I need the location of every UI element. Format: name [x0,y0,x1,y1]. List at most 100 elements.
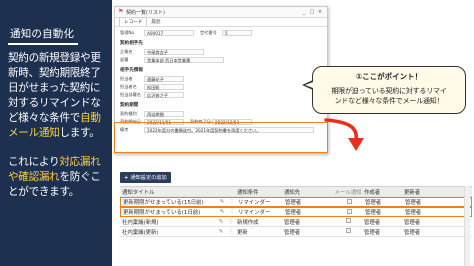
minimize-button[interactable]: _ [300,9,308,15]
column-header[interactable]: 更新者 [402,188,452,196]
dept-field[interactable]: 営業本部 西日本営業課 [144,56,224,64]
pencil-icon[interactable]: ✎ [215,219,225,225]
table-row[interactable]: 社内稟議(更新) ✎ ⋮ 更新 管理者 管理者 管理者 [120,227,472,237]
panel-text: を防ぐこ [59,171,101,183]
table-row[interactable]: 更新期限がせまっている(15日前) ✎ ⋮ リマインダー 管理者 管理者 管理者 [120,197,472,207]
date-highlight-frame [114,122,328,153]
callout: ①ここがポイント！ 期限が迫っている契約に対するリマイ ンドなど様々な条件でメー… [312,66,466,114]
creator: 管理者 [364,219,381,226]
updater: 管理者 [405,200,422,206]
highlighted-text: メール通知 [8,127,60,139]
field-label: 部署 [120,57,129,62]
panel-line: これにより対応漏れ [8,155,112,170]
callout-tail-inner [305,82,313,88]
menu-icon[interactable]: ⋮ [225,219,235,225]
table-row[interactable]: 更新期限がせまっている(1日前) ✎ ⋮ リマインダー 管理者 管理者 管理者 [120,207,472,217]
creator: 管理者 [365,200,382,206]
record-tabs: レコード 履歴 [115,17,327,27]
pencil-icon[interactable]: ✎ [215,229,225,235]
panel-title: 通知の自動化 [8,26,78,45]
highlighted-text: 自動 [80,112,101,124]
field-label: 企業名 [120,49,133,54]
notification-grid: 通知タイトル 通知条件 通知先 メール通知 作成者 更新者 更新期限がせまってい… [120,186,472,237]
checkbox-icon[interactable] [346,208,352,214]
panel-paragraph-2: これにより対応漏れ や確認漏れを防ぐこ とができます。 [8,155,112,200]
section-heading: 契約期間 [120,103,139,108]
panel-line: とができます。 [8,185,112,200]
record-window-title: 契約一覧(リスト) [126,9,165,16]
checkbox-icon[interactable] [345,228,351,233]
mail-checkbox[interactable] [332,218,362,225]
tab-history[interactable]: 履歴 [147,18,164,26]
field-label: 担当者名 [120,84,137,89]
creator: 管理者 [365,210,382,216]
callout-body: 期限が迫っている契約に対するリマイ ンドなど様々な条件でメール通知！ [319,86,459,106]
callout-title: ①ここがポイント！ [355,72,423,81]
notification-title[interactable]: 社内稟議(新規) [120,218,215,226]
column-header[interactable]: 通知条件 [235,188,282,196]
notification-title[interactable]: 社内稟議(更新) [120,228,215,236]
seq-field[interactable]: 5 [222,29,252,37]
callout-line: ンドなど様々な条件でメール通知！ [334,97,444,105]
column-header[interactable]: メール通知 [332,188,362,196]
mgmt-no-field[interactable]: A00017 [144,29,194,37]
column-header[interactable]: 通知先 [282,188,332,196]
panel-text: これにより [8,156,60,168]
mail-checkbox[interactable] [333,198,363,206]
pencil-icon[interactable]: ✎ [216,209,226,215]
panel-text: ど様々な条件で [8,112,81,124]
creator: 管理者 [364,229,381,236]
notification-title[interactable]: 更新期限がせまっている(15日前) [121,198,216,206]
updater: 管理者 [404,229,421,236]
checkbox-icon[interactable] [346,198,352,204]
notification-condition: リマインダー [238,210,271,216]
highlighted-text: や確認漏れ [8,171,60,183]
field-label: 担当部署名 [120,92,141,97]
notification-title[interactable]: 更新期限がせまっている(1日前) [121,208,216,216]
menu-icon[interactable]: ⋮ [226,199,236,205]
panel-text: します。 [59,127,100,139]
person-field[interactable]: 遠藤花子 [144,75,184,83]
maximize-button[interactable]: □ [308,9,316,15]
checkbox-icon[interactable] [345,218,351,223]
menu-icon[interactable]: ⋮ [225,229,235,235]
table-row[interactable]: 社内稟議(新規) ✎ ⋮ 新規作成 管理者 管理者 管理者 [120,217,472,227]
notification-target: 管理者 [285,200,302,206]
grid-header: 通知タイトル 通知条件 通知先 メール通知 作成者 更新者 [120,187,472,197]
column-header[interactable]: 作成者 [362,188,402,196]
section-heading: 契約相手先 [120,41,143,46]
column-header[interactable]: 通知タイトル [120,188,215,196]
updater: 管理者 [405,210,422,216]
pencil-icon[interactable]: ✎ [216,199,226,205]
callout-line: 期限が迫っている契約に対するリマイ [331,87,447,95]
flag-icon: ⚑ [118,8,124,15]
plus-icon: + [124,174,129,181]
panel-line: 新時、契約期限終了 [8,66,112,81]
notification-condition: リマインダー [238,200,271,206]
panel-text: 対するリマインドな [8,97,101,109]
panel-text: とができます。 [8,186,79,198]
mail-checkbox[interactable] [332,228,362,235]
close-button[interactable]: × [316,9,324,15]
contract-type-field[interactable]: 再延期間 [144,110,184,118]
panel-line: 日がせまった契約に [8,81,112,96]
grid-scrollbar[interactable] [464,186,470,266]
tab-record[interactable]: レコード [119,17,148,26]
field-label: 世代番号 [200,30,217,35]
panel-line: ど様々な条件で自動 [8,111,112,126]
tel-field[interactable]: 広沢修さ子 [144,91,184,99]
field-label: 契約種別 [120,111,137,116]
notification-condition: 新規作成 [237,219,259,226]
menu-icon[interactable]: ⋮ [226,209,236,215]
section-heading: 相手先情報 [120,68,143,73]
company-field[interactable]: 中尾商会子 [144,48,204,56]
mail-checkbox[interactable] [333,208,363,216]
panel-text: 日がせまった契約に [8,82,101,94]
panel-text: 契約の新規登録や更 [8,52,101,64]
panel-line: メール通知します。 [8,126,112,141]
field-label: 管理No. [120,30,136,35]
highlighted-text: 対応漏れ [59,156,101,168]
mail-field[interactable]: 松田聡 [144,83,184,91]
add-notification-button[interactable]: + 通知設定の追加 [120,172,171,183]
panel-line: や確認漏れを防ぐこ [8,170,112,185]
